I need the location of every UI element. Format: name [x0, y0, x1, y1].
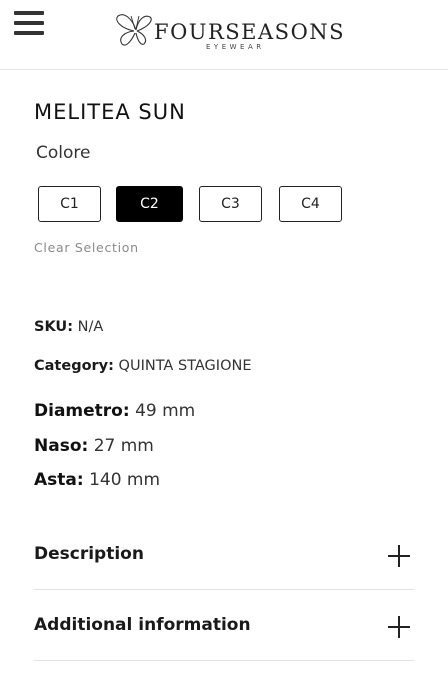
- brand-logo[interactable]: FOURSEASONS EYEWEAR: [114, 8, 344, 54]
- spec-asta: Asta: 140 mm: [34, 470, 160, 490]
- plus-icon[interactable]: [388, 545, 410, 567]
- clear-selection-link[interactable]: Clear Selection: [34, 240, 139, 255]
- color-option-c4[interactable]: C4: [279, 186, 342, 222]
- spec-label: Naso:: [34, 436, 89, 456]
- additional-information-accordion[interactable]: Additional information: [34, 591, 414, 661]
- sku-value: N/A: [77, 319, 104, 335]
- hamburger-menu-icon[interactable]: [14, 11, 46, 37]
- spec-value: 27 mm: [93, 436, 154, 456]
- brand-subtitle: EYEWEAR: [206, 43, 265, 51]
- spec-diametro: Diametro: 49 mm: [34, 401, 195, 421]
- color-label: Colore: [36, 143, 91, 163]
- spec-label: Asta:: [34, 470, 84, 490]
- spec-value: 140 mm: [89, 470, 161, 490]
- color-option-c3[interactable]: C3: [199, 186, 262, 222]
- product-title: MELITEA SUN: [34, 100, 186, 124]
- accordion-title: Description: [34, 544, 144, 564]
- description-accordion[interactable]: Description: [34, 520, 414, 590]
- accordion-title: Additional information: [34, 615, 251, 635]
- plus-icon[interactable]: [388, 616, 410, 638]
- site-header: FOURSEASONS EYEWEAR: [0, 0, 448, 70]
- spec-naso: Naso: 27 mm: [34, 436, 154, 456]
- category-row: Category: QUINTA STAGIONE: [34, 358, 252, 374]
- sku-row: SKU: N/A: [34, 319, 103, 335]
- color-option-c1[interactable]: C1: [38, 186, 101, 222]
- category-label: Category:: [34, 358, 114, 374]
- butterfly-logo-icon: [116, 14, 152, 46]
- spec-label: Diametro:: [34, 401, 130, 421]
- color-option-c2[interactable]: C2: [116, 186, 183, 222]
- category-value[interactable]: QUINTA STAGIONE: [119, 358, 252, 374]
- spec-value: 49 mm: [135, 401, 196, 421]
- sku-label: SKU:: [34, 319, 73, 335]
- brand-name: FOURSEASONS: [154, 20, 346, 44]
